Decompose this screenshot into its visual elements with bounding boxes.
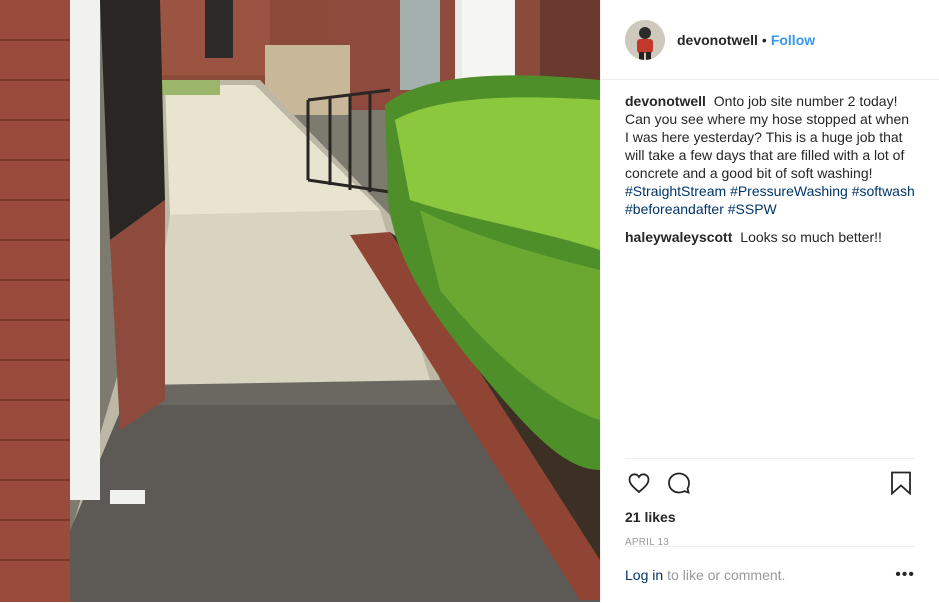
bookmark-icon[interactable] (887, 469, 915, 497)
login-prompt-text: to like or comment. (667, 567, 786, 583)
caption-username[interactable]: devonotwell (625, 93, 706, 109)
comment-username[interactable]: haleywaleyscott (625, 229, 732, 245)
login-link[interactable]: Log in (625, 567, 663, 583)
follow-button[interactable]: Follow (771, 32, 815, 48)
header-username[interactable]: devonotwell (677, 32, 758, 48)
action-bar: 21 likes APRIL 13 (625, 458, 915, 548)
header-separator: • (761, 31, 767, 48)
ellipsis-icon[interactable]: ••• (895, 566, 915, 584)
avatar[interactable] (625, 19, 665, 60)
login-footer: Log in to like or comment. ••• (625, 546, 915, 603)
caption: devonotwell Onto job site number 2 today… (625, 92, 915, 218)
likes-count[interactable]: 21 likes (625, 509, 915, 525)
comment-text: Looks so much better!! (740, 229, 882, 245)
hashtag-link[interactable]: #StraightStream (625, 183, 726, 199)
action-icons (625, 469, 915, 497)
avatar-image (625, 19, 665, 60)
hashtag-link[interactable]: #SSPW (728, 201, 777, 217)
comments-section: devonotwell Onto job site number 2 today… (601, 80, 939, 246)
instagram-post: devonotwell • Follow devonotwell Onto jo… (0, 0, 939, 602)
comment-item: haleywaleyscott Looks so much better!! (625, 228, 915, 246)
post-photo[interactable] (0, 0, 600, 602)
comment-icon[interactable] (665, 469, 693, 497)
post-header: devonotwell • Follow (601, 0, 939, 80)
hashtag-link[interactable]: #softwash (852, 183, 915, 199)
heart-icon[interactable] (625, 469, 653, 497)
post-sidebar: devonotwell • Follow devonotwell Onto jo… (600, 0, 939, 602)
hashtag-link[interactable]: #PressureWashing (730, 183, 848, 199)
hashtag-link[interactable]: #beforeandafter (625, 201, 724, 217)
photo-illustration (0, 0, 600, 602)
